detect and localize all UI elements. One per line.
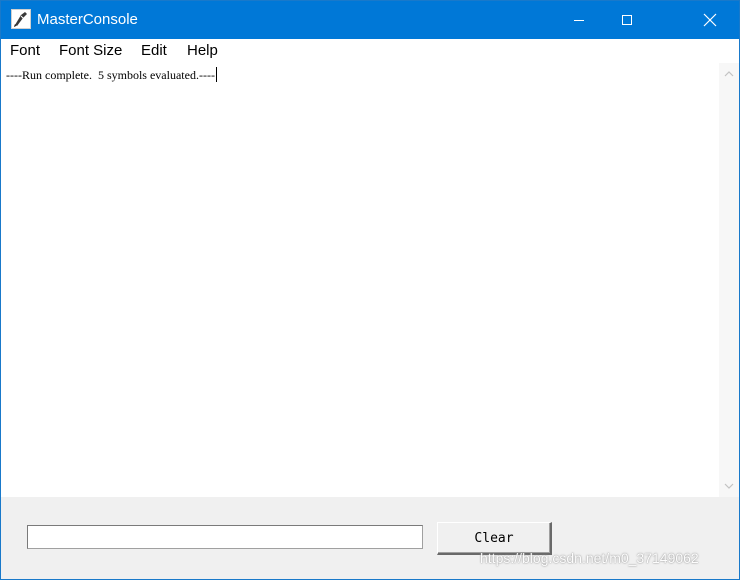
menu-bar: Font Font Size Edit Help [1, 39, 739, 63]
console-line: ----Run complete. 5 symbols evaluated.--… [6, 67, 217, 82]
console-output[interactable]: ----Run complete. 5 symbols evaluated.--… [1, 63, 719, 497]
chevron-up-icon [724, 71, 734, 77]
scroll-up-button[interactable] [719, 65, 739, 83]
vertical-scrollbar[interactable] [719, 63, 739, 497]
window-title: MasterConsole [37, 11, 138, 28]
menu-font-size[interactable]: Font Size [59, 42, 122, 60]
menu-font[interactable]: Font [10, 42, 40, 60]
close-button[interactable] [686, 1, 734, 39]
watermark-text: https://blog.csdn.net/m0_37149062 [480, 550, 699, 566]
console-line-text: ----Run complete. 5 symbols evaluated.--… [6, 68, 215, 82]
app-window: MasterConsole Font Font Size Edit Help -… [0, 0, 740, 580]
app-pen-icon[interactable] [11, 9, 31, 29]
text-caret [215, 67, 217, 82]
command-input[interactable] [27, 525, 423, 549]
minimize-icon [574, 20, 584, 21]
title-bar[interactable]: MasterConsole [1, 1, 739, 39]
minimize-button[interactable] [556, 1, 602, 39]
scroll-down-button[interactable] [719, 477, 739, 495]
close-icon [703, 13, 717, 27]
menu-edit[interactable]: Edit [141, 42, 167, 60]
menu-help[interactable]: Help [187, 42, 218, 60]
chevron-down-icon [724, 483, 734, 489]
maximize-icon [622, 15, 632, 25]
command-panel: Clear [1, 497, 739, 579]
maximize-button[interactable] [604, 1, 650, 39]
